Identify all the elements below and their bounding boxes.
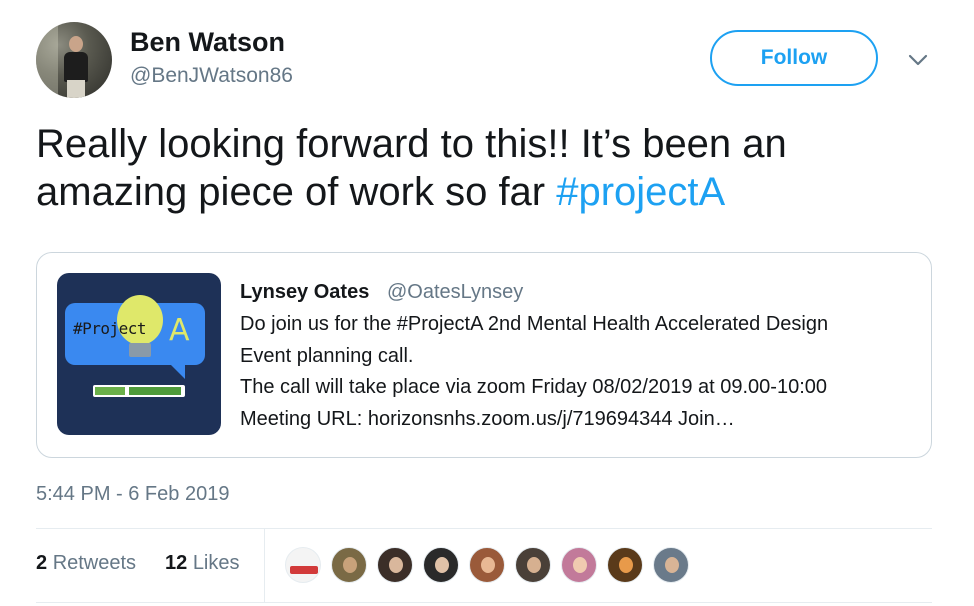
liker-face — [481, 557, 495, 573]
liker-face — [573, 557, 587, 573]
liker-face — [619, 557, 633, 573]
liker-avatar[interactable] — [469, 547, 505, 583]
liker-avatar[interactable] — [377, 547, 413, 583]
liker-face — [665, 557, 679, 573]
retweets-label: Retweets — [52, 552, 137, 574]
follow-button[interactable]: Follow — [710, 30, 878, 86]
avatar-head — [69, 36, 83, 52]
author-avatar[interactable] — [36, 22, 112, 98]
tweet-text: Really looking forward to this!! It’s be… — [36, 120, 936, 216]
sponsor-logos-strip — [93, 385, 185, 397]
liker-face — [435, 557, 449, 573]
quoted-tweet-card[interactable]: #Project A Lynsey Oates @OatesLynsey Do … — [36, 252, 932, 458]
sponsor-logo-1 — [95, 387, 125, 395]
retweets-stat[interactable]: 2 Retweets — [36, 552, 136, 575]
liker-avatar[interactable] — [285, 547, 321, 583]
avatar-legs — [67, 80, 85, 98]
quoted-tweet-text: Do join us for the #ProjectA 2nd Mental … — [240, 309, 920, 435]
project-logo-letter: A — [169, 313, 190, 348]
avatar-torso — [64, 52, 88, 82]
liker-avatar[interactable] — [653, 547, 689, 583]
quoted-author-name: Lynsey Oates — [240, 281, 370, 303]
liker-avatar[interactable] — [561, 547, 597, 583]
hashtag-link[interactable]: #projectA — [556, 170, 725, 214]
quoted-author-handle: @OatesLynsey — [387, 281, 524, 303]
liker-avatar[interactable] — [331, 547, 367, 583]
likes-count: 12 — [165, 552, 188, 574]
quoted-tweet-image: #Project A — [57, 273, 221, 435]
quoted-text-line: Meeting URL: horizonsnhs.zoom.us/j/71969… — [240, 407, 735, 430]
liker-avatar-graphic — [290, 566, 318, 574]
author-handle[interactable]: @BenJWatson86 — [130, 64, 293, 88]
retweets-count: 2 — [36, 552, 48, 574]
likes-stat[interactable]: 12 Likes — [165, 552, 240, 575]
liker-face — [343, 557, 357, 573]
liker-avatar[interactable] — [607, 547, 643, 583]
liker-face — [527, 557, 541, 573]
chevron-down-icon[interactable] — [904, 50, 932, 70]
stats-divider-bottom — [36, 602, 932, 603]
lightbulb-base — [129, 343, 151, 357]
project-logo-text: #Project — [73, 319, 147, 338]
liker-avatar[interactable] — [515, 547, 551, 583]
avatar-background — [36, 22, 58, 98]
likes-label: Likes — [192, 552, 240, 574]
liker-avatar[interactable] — [423, 547, 459, 583]
quoted-text-line: The call will take place via zoom Friday… — [240, 376, 828, 398]
stats-divider-top — [36, 528, 932, 529]
stats-divider-vertical — [264, 528, 265, 602]
speech-bubble-tail — [167, 361, 185, 379]
tweet-timestamp[interactable]: 5:44 PM - 6 Feb 2019 — [36, 483, 229, 506]
quoted-text-line: Do join us for the #ProjectA 2nd Mental … — [240, 313, 829, 335]
sponsor-logo-2 — [129, 387, 181, 395]
liker-face — [389, 557, 403, 573]
author-name[interactable]: Ben Watson — [130, 27, 285, 58]
quoted-text-line: Event planning call. — [240, 344, 414, 367]
